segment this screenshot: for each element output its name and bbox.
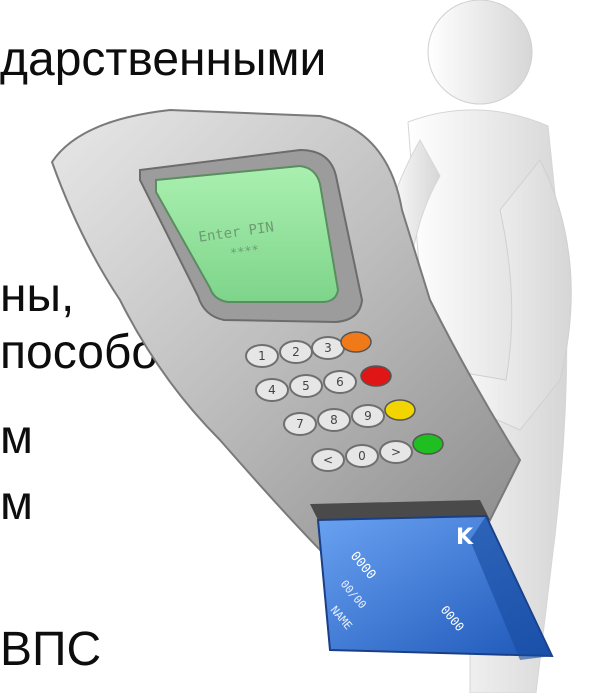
key-9-label: 9 [364, 409, 372, 423]
key-7-label: 7 [296, 417, 304, 431]
key-back-label: < [323, 453, 333, 467]
key-4-label: 4 [268, 383, 276, 397]
key-8-label: 8 [330, 413, 338, 427]
key-6-label: 6 [336, 375, 344, 389]
key-orange [340, 331, 372, 353]
payment-terminal-illustration: Enter PIN **** 1 2 3 4 5 6 7 8 9 < 0 > 0… [50, 0, 572, 693]
key-5-label: 5 [302, 379, 310, 393]
key-yellow [384, 399, 416, 421]
key-1-label: 1 [258, 349, 266, 363]
key-2-label: 2 [292, 345, 300, 359]
card-brand-mark: K [456, 525, 474, 550]
key-green [412, 433, 444, 455]
key-red [360, 365, 392, 387]
key-0-label: 0 [358, 449, 366, 463]
key-3-label: 3 [324, 341, 332, 355]
key-forward-label: > [391, 445, 401, 459]
